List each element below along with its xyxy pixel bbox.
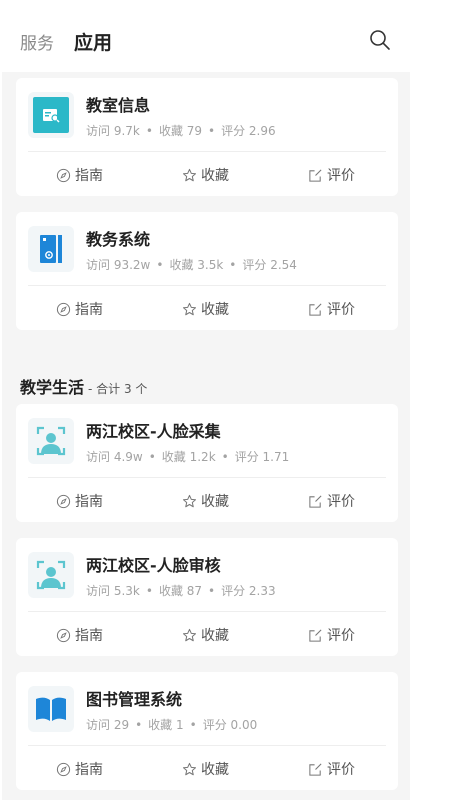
- rate-button[interactable]: 评价: [308, 299, 355, 319]
- guide-button[interactable]: 指南: [56, 491, 103, 511]
- favorite-count: 收藏 79: [158, 124, 203, 138]
- visit-count: 访问 4.9w: [86, 450, 143, 464]
- rating-score: 评分 2.96: [221, 124, 276, 138]
- favorite-label: 收藏: [201, 762, 229, 778]
- rate-label: 评价: [327, 762, 355, 778]
- rating-score: 评分 2.33: [221, 584, 276, 598]
- section-name: 教学生活: [20, 378, 85, 397]
- rate-label: 评价: [327, 302, 355, 318]
- rating-score: 评分 2.54: [242, 258, 297, 272]
- compass-icon: [56, 168, 71, 182]
- favorite-count: 收藏 87: [158, 584, 203, 598]
- visit-count: 访问 93.2w: [86, 258, 151, 272]
- divider: [28, 151, 386, 152]
- app-name: 两江校区-人脸采集: [86, 422, 221, 441]
- book-icon: [28, 686, 74, 732]
- divider: [28, 285, 386, 286]
- star-icon: [182, 628, 197, 641]
- app-list-area: 教室信息 访问 9.7k•收藏 79•评分 2.96 指南 收藏 评价: [2, 72, 410, 800]
- star-icon: [182, 168, 197, 181]
- app-name: 教室信息: [86, 96, 151, 115]
- compass-icon: [56, 762, 71, 776]
- app-card-classroom-info[interactable]: 教室信息 访问 9.7k • 收藏 79 • 评分 2.96 指南 收藏 评价: [16, 78, 398, 196]
- favorite-count: 收藏 1: [148, 718, 184, 732]
- visit-count: 访问 9.7k: [86, 124, 140, 138]
- rating-score: 评分 1.71: [234, 450, 290, 464]
- visit-count: 访问 29: [86, 718, 130, 732]
- star-icon: [182, 762, 197, 775]
- favorite-button[interactable]: 收藏: [182, 299, 229, 319]
- app-stats: 访问 4.9w • 收藏 1.2k • 评分 1.71: [86, 450, 290, 464]
- tab-services[interactable]: 服务: [20, 29, 54, 54]
- favorite-label: 收藏: [201, 628, 229, 644]
- face-scan-icon: [28, 552, 74, 598]
- favorite-label: 收藏: [201, 302, 229, 318]
- favorite-button[interactable]: 收藏: [182, 759, 229, 779]
- app-name: 图书管理系统: [86, 690, 183, 709]
- divider: [28, 745, 386, 746]
- favorite-button[interactable]: 收藏: [182, 491, 229, 511]
- favorite-button[interactable]: 收藏: [182, 625, 229, 645]
- section-count: - 合计 3 个: [88, 382, 148, 396]
- app-card-academic-system[interactable]: 教务系统 访问 93.2w • 收藏 3.5k • 评分 2.54 指南 收藏 评价: [16, 212, 398, 330]
- section-title: 教学生活 - 合计 3 个: [20, 374, 147, 398]
- guide-button[interactable]: 指南: [56, 625, 103, 645]
- favorite-button[interactable]: 收藏: [182, 165, 229, 185]
- guide-label: 指南: [75, 762, 103, 778]
- favorite-count: 收藏 1.2k: [161, 450, 216, 464]
- rate-button[interactable]: 评价: [308, 625, 355, 645]
- app-card-face-collection[interactable]: 两江校区-人脸采集 访问 4.9w • 收藏 1.2k • 评分 1.71 指南 收藏 …: [16, 404, 398, 522]
- guide-label: 指南: [75, 628, 103, 644]
- compass-icon: [56, 494, 71, 508]
- rate-button[interactable]: 评价: [308, 759, 355, 779]
- compass-icon: [56, 302, 71, 316]
- guide-label: 指南: [75, 494, 103, 510]
- app-stats: 访问 9.7k • 收藏 79 • 评分 2.96: [86, 124, 276, 138]
- guide-button[interactable]: 指南: [56, 299, 103, 319]
- app-card-library-system[interactable]: 图书管理系统 访问 29 • 收藏 1 • 评分 0.00 指南 收藏 评价: [16, 672, 398, 790]
- rate-label: 评价: [327, 628, 355, 644]
- divider: [28, 611, 386, 612]
- edit-icon: [309, 495, 322, 508]
- divider: [28, 477, 386, 478]
- visit-count: 访问 5.3k: [86, 584, 140, 598]
- star-icon: [182, 494, 197, 507]
- rate-button[interactable]: 评价: [308, 165, 355, 185]
- guide-button[interactable]: 指南: [56, 165, 103, 185]
- rate-button[interactable]: 评价: [308, 491, 355, 511]
- app-card-face-review[interactable]: 两江校区-人脸审核 访问 5.3k • 收藏 87 • 评分 2.33 指南 收藏 评价: [16, 538, 398, 656]
- app-name: 教务系统: [86, 230, 151, 249]
- edit-icon: [309, 303, 322, 316]
- rate-label: 评价: [327, 168, 355, 184]
- guide-label: 指南: [75, 302, 103, 318]
- rating-score: 评分 0.00: [202, 718, 258, 732]
- tab-apps[interactable]: 应用: [74, 28, 112, 55]
- app-stats: 访问 93.2w • 收藏 3.5k • 评分 2.54: [86, 258, 297, 272]
- edit-icon: [309, 763, 322, 776]
- favorite-label: 收藏: [201, 168, 229, 184]
- favorite-label: 收藏: [201, 494, 229, 510]
- guide-label: 指南: [75, 168, 103, 184]
- classroom-info-icon: [28, 92, 74, 138]
- top-bar: 服务 应用: [0, 0, 450, 72]
- face-scan-icon: [28, 418, 74, 464]
- app-stats: 访问 29 • 收藏 1 • 评分 0.00: [86, 718, 258, 732]
- favorite-count: 收藏 3.5k: [169, 258, 224, 272]
- edit-icon: [309, 629, 322, 642]
- edit-icon: [309, 169, 322, 182]
- app-stats: 访问 5.3k • 收藏 87 • 评分 2.33: [86, 584, 276, 598]
- guide-button[interactable]: 指南: [56, 759, 103, 779]
- star-icon: [182, 302, 197, 315]
- rate-label: 评价: [327, 494, 355, 510]
- search-icon[interactable]: [369, 29, 391, 51]
- app-name: 两江校区-人脸审核: [86, 556, 221, 575]
- compass-icon: [56, 628, 71, 642]
- academic-system-icon: [28, 226, 74, 272]
